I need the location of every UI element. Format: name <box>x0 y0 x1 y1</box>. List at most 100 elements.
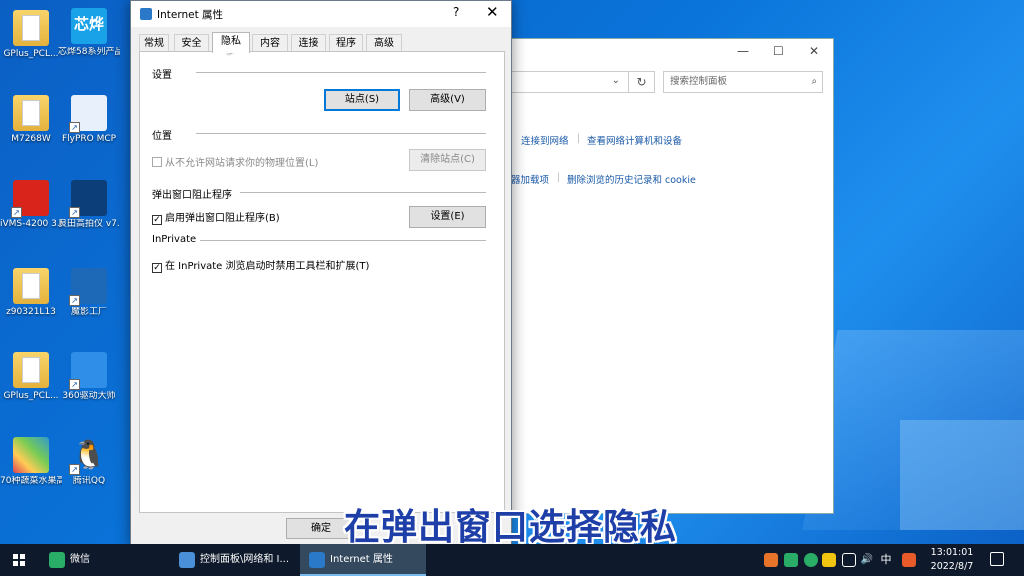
tray-app-icon[interactable] <box>822 553 836 567</box>
tray-app-icon[interactable] <box>764 553 778 567</box>
internet-properties-dialog[interactable]: Internet 属性 ? ✕ 常规 安全 隐私 内容 连接 程序 高级 设置 … <box>130 0 512 548</box>
installer-icon <box>13 352 49 388</box>
control-panel-window[interactable]: — ☐ ✕ ⌄ ↻ 搜索控制面板 ⌕ 连接到网络 | 查看网络计算机和设备 器加… <box>490 38 834 514</box>
tab-programs[interactable]: 程序 <box>329 34 363 52</box>
clock-date: 2022/8/7 <box>930 561 974 572</box>
shortcut-arrow-icon: ↗ <box>69 464 80 475</box>
clock[interactable]: 13:01:01 2022/8/7 <box>924 546 980 574</box>
internet-options-icon <box>309 552 325 568</box>
popup-settings-button[interactable]: 设置(E) <box>409 206 486 228</box>
location-heading: 位置 <box>152 131 172 142</box>
settings-heading: 设置 <box>152 70 172 81</box>
address-bar[interactable]: ⌄ ↻ <box>511 71 655 93</box>
minimize-icon[interactable]: — <box>737 44 749 58</box>
desktop-icon-xinye[interactable]: 芯烨 芯烨58系列产品通用... <box>58 8 120 58</box>
dialog-title: Internet 属性 <box>157 9 224 21</box>
tab-privacy[interactable]: 隐私 <box>212 32 250 53</box>
movie-factory-icon: ↗ <box>69 268 107 306</box>
addons-link[interactable]: 器加载项 <box>511 172 549 186</box>
desktop-icon-gplus-2[interactable]: GPlus_PCL... <box>0 352 62 402</box>
desktop-icon-veg-pictures[interactable]: 70种蔬菜水果高清图片... <box>0 437 62 487</box>
desktop-icon-liangtian[interactable]: ↗ 良田高拍仪 v7.0.3 <box>58 180 120 230</box>
shortcut-arrow-icon: ↗ <box>69 122 80 133</box>
desktop-icon-moying[interactable]: ↗ 魔影工厂 <box>58 268 120 318</box>
disable-toolbars-inprivate-checkbox[interactable]: ✓ 在 InPrivate 浏览启动时禁用工具栏和扩展(T) <box>152 257 369 273</box>
tab-advanced[interactable]: 高级 <box>366 34 402 52</box>
taskbar-item-wechat[interactable]: 微信 <box>40 544 168 576</box>
checkmark-icon: ✓ <box>152 263 162 273</box>
sites-button[interactable]: 站点(S) <box>324 89 400 111</box>
wechat-icon <box>49 552 65 568</box>
delete-history-link[interactable]: 删除浏览的历史记录和 cookie <box>567 172 696 186</box>
taskbar-item-internet-properties[interactable]: Internet 属性 <box>300 544 426 576</box>
network-icon[interactable] <box>842 553 856 567</box>
divider <box>196 72 486 73</box>
control-panel-titlebar[interactable]: — ☐ ✕ <box>491 39 833 67</box>
taskbar-item-control-panel[interactable]: 控制面板\网络和 I... <box>170 544 298 576</box>
notification-icon[interactable] <box>990 552 1004 566</box>
tab-content[interactable]: 内容 <box>252 34 288 52</box>
wechat-tray-icon[interactable] <box>804 553 818 567</box>
volume-icon[interactable]: 🔊 <box>860 553 874 567</box>
view-network-computers-link[interactable]: 查看网络计算机和设备 <box>587 133 682 147</box>
start-button[interactable] <box>0 544 38 576</box>
shortcut-arrow-icon: ↗ <box>69 379 80 390</box>
ime-indicator[interactable]: 中 <box>879 553 893 567</box>
internet-options-icon <box>140 8 152 20</box>
tab-security[interactable]: 安全 <box>174 34 209 52</box>
desktop-icon-z90321l13[interactable]: z90321L13 <box>0 268 62 318</box>
help-button[interactable]: ? <box>453 5 459 19</box>
document-icon <box>13 268 49 304</box>
hikvision-icon: ↗ <box>11 180 49 218</box>
xinye-logo-icon: 芯烨 <box>71 8 107 44</box>
desktop-icon-m7268w[interactable]: M7268W <box>0 95 62 145</box>
document-icon <box>13 95 49 131</box>
divider <box>200 240 486 241</box>
advanced-button[interactable]: 高级(V) <box>409 89 486 111</box>
desktop-light-ray <box>900 420 1024 530</box>
tab-connections[interactable]: 连接 <box>291 34 326 52</box>
inprivate-heading: InPrivate <box>152 234 197 245</box>
connect-network-link[interactable]: 连接到网络 <box>521 133 569 147</box>
close-button[interactable]: ✕ <box>486 3 499 21</box>
network-icon: ↗ <box>69 95 107 133</box>
sogou-ime-icon[interactable] <box>902 553 916 567</box>
clock-time: 13:01:01 <box>930 547 974 558</box>
gear-icon: ↗ <box>69 352 107 390</box>
tray-app-icon[interactable] <box>784 553 798 567</box>
scanner-eye-icon: ↗ <box>69 180 107 218</box>
popup-blocker-heading: 弹出窗口阻止程序 <box>152 190 232 201</box>
refresh-icon[interactable]: ↻ <box>628 72 654 92</box>
link-separator: | <box>557 172 561 183</box>
desktop-icon-360[interactable]: ↗ 360驱动大师 <box>58 352 120 402</box>
taskbar: 微信 控制面板\网络和 I... Internet 属性 🔊 中 13:01:0… <box>0 544 1024 576</box>
control-panel-icon <box>179 552 195 568</box>
clear-sites-button[interactable]: 清除站点(C) <box>409 149 486 171</box>
search-icon: ⌕ <box>811 76 817 87</box>
enable-popup-blocker-checkbox[interactable]: ✓ 启用弹出窗口阻止程序(B) <box>152 209 280 225</box>
tab-general[interactable]: 常规 <box>139 34 169 52</box>
link-separator: | <box>577 133 581 144</box>
windows-logo-icon <box>13 554 25 566</box>
chevron-down-icon[interactable]: ⌄ <box>612 75 620 86</box>
document-icon <box>13 10 49 46</box>
desktop-icon-gplus-1[interactable]: GPlus_PCL... <box>0 10 62 60</box>
privacy-panel: 设置 站点(S) 高级(V) 位置 从不允许网站请求你的物理位置(L) 清除站点… <box>139 51 505 513</box>
desktop-icon-flypro[interactable]: ↗ FlyPRO MCP <box>58 95 120 145</box>
shortcut-arrow-icon: ↗ <box>69 295 80 306</box>
dialog-titlebar[interactable]: Internet 属性 ? ✕ <box>131 1 511 27</box>
search-input[interactable]: 搜索控制面板 ⌕ <box>663 71 823 93</box>
picture-icon <box>13 437 49 473</box>
maximize-icon[interactable]: ☐ <box>773 44 784 58</box>
close-icon[interactable]: ✕ <box>809 44 819 58</box>
subtitle-caption: 在弹出窗口选择隐私 <box>344 507 678 548</box>
desktop-icon-ivms[interactable]: ↗ iVMS-4200 3.8.0.4 各... <box>0 180 62 230</box>
penguin-icon: 🐧 ↗ <box>69 437 107 475</box>
divider <box>196 133 486 134</box>
shortcut-arrow-icon: ↗ <box>69 207 80 218</box>
checkbox-unchecked-icon <box>152 157 162 167</box>
desktop-icon-qq[interactable]: 🐧 ↗ 腾讯QQ <box>58 437 120 487</box>
block-location-checkbox[interactable]: 从不允许网站请求你的物理位置(L) <box>152 154 318 169</box>
checkmark-icon: ✓ <box>152 215 162 225</box>
divider <box>240 192 486 193</box>
